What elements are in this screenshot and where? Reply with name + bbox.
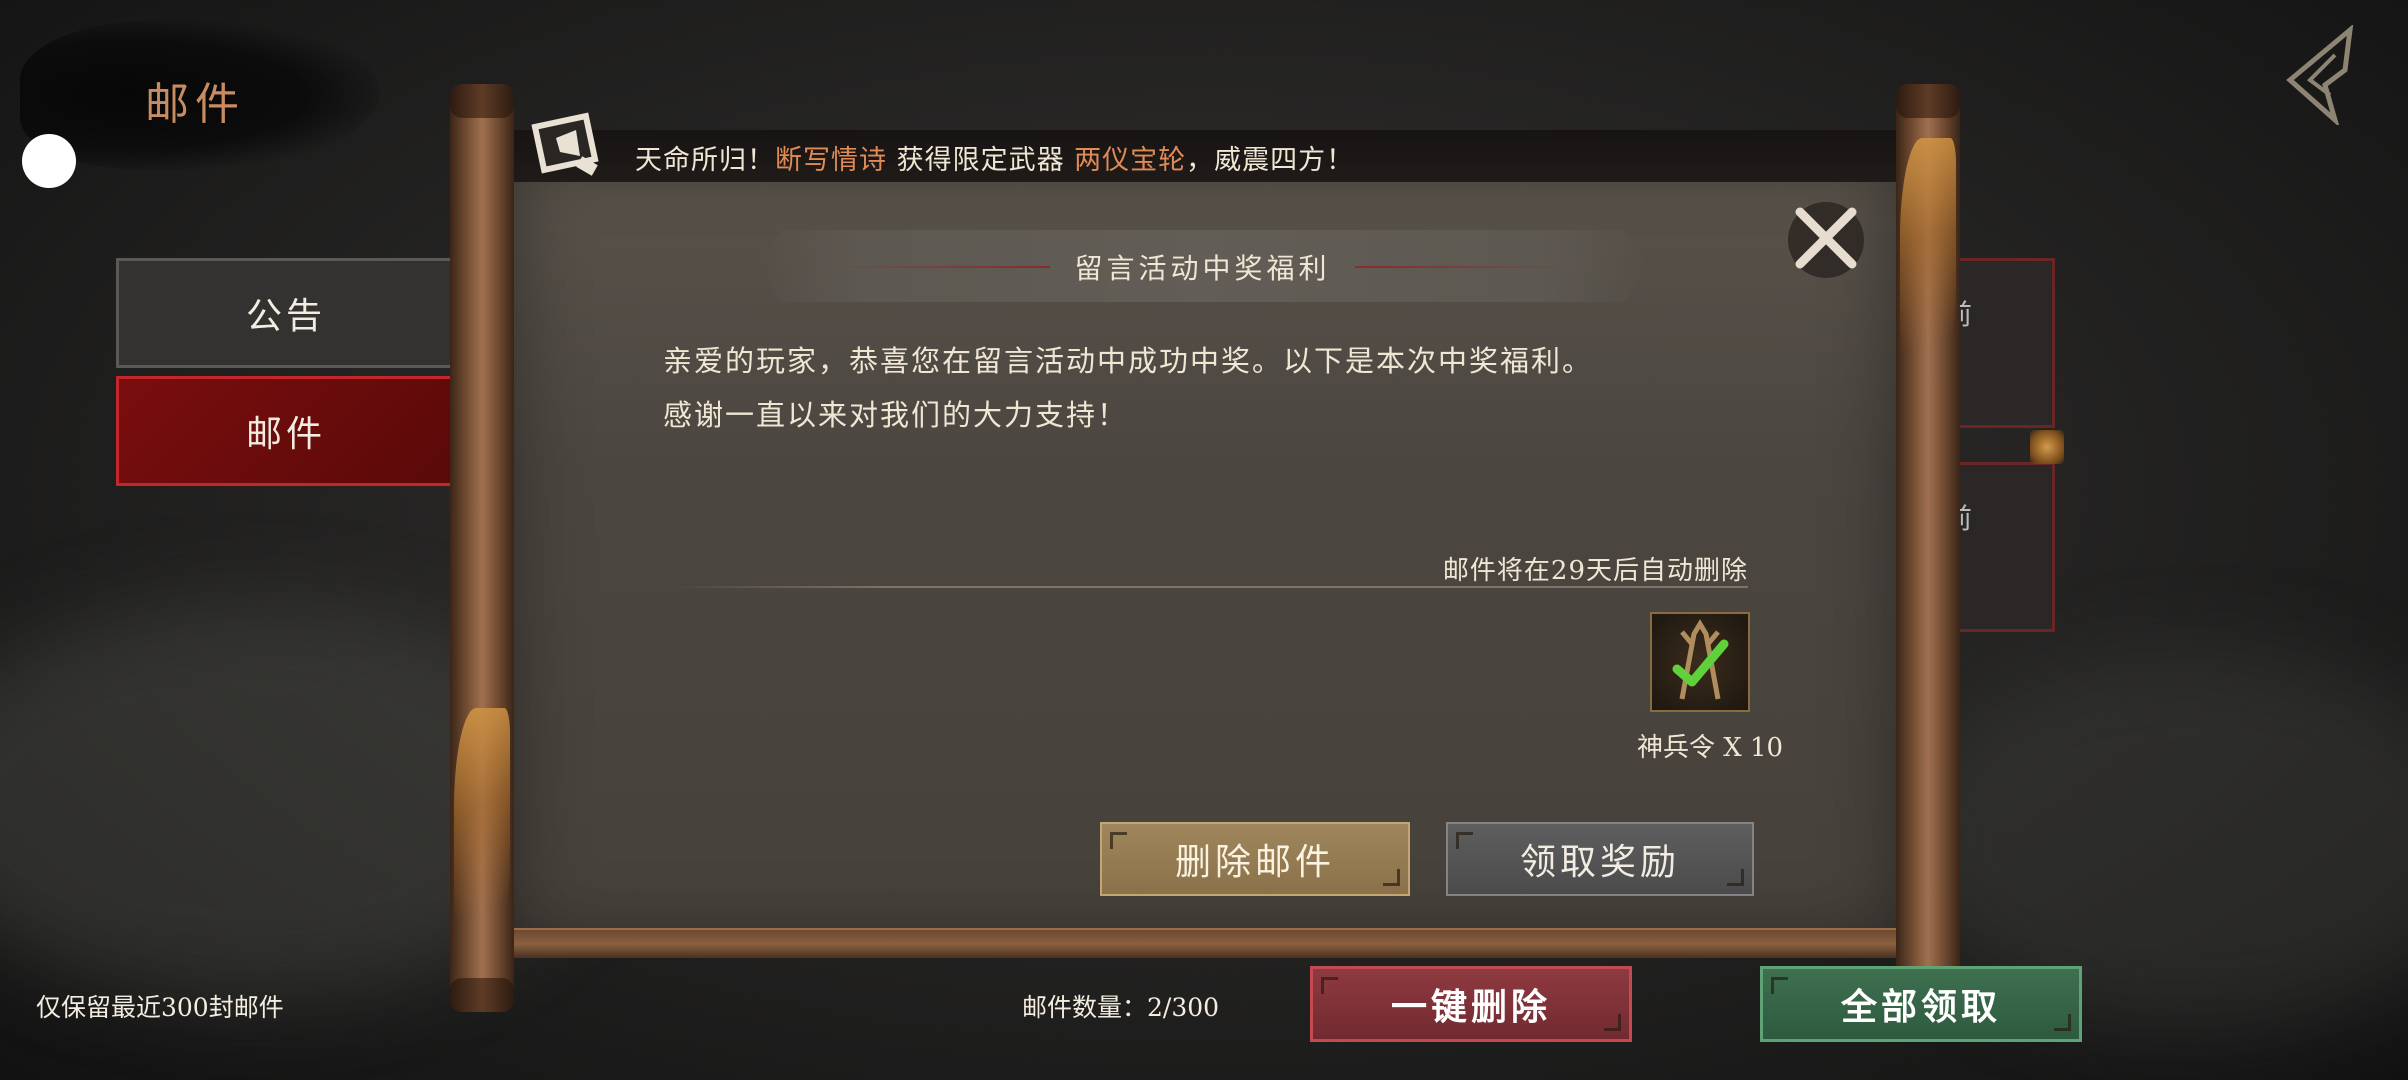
- rod-cap: [450, 84, 514, 118]
- mail-body-line: 亲爱的玩家，恭喜您在留言活动中成功中奖。以下是本次中奖福利。: [663, 344, 1594, 378]
- expiry-notice: 邮件将在29天后自动删除: [1442, 556, 1748, 586]
- scroll-rod-right: [1896, 84, 1960, 1012]
- tab-notice[interactable]: 公告: [116, 258, 456, 368]
- claim-reward-button[interactable]: 领取奖励: [1446, 822, 1754, 896]
- mail-count: 邮件数量：2/300: [1022, 993, 1220, 1022]
- announcement-middle: 获得限定武器: [887, 145, 1075, 176]
- megaphone-icon: [531, 112, 599, 176]
- rod-cap: [450, 978, 514, 1012]
- reward-quantity-label: 神兵令 X 10: [1636, 733, 1784, 763]
- close-icon[interactable]: [1778, 190, 1874, 286]
- tab-mail[interactable]: 邮件: [116, 376, 456, 486]
- floating-assist-dot[interactable]: [22, 134, 76, 188]
- announcement-text: 天命所归！断写情诗 获得限定武器 两仪宝轮，威震四方！: [635, 138, 1354, 177]
- delete-mail-button[interactable]: 删除邮件: [1100, 822, 1410, 896]
- claim-all-button[interactable]: 全部领取: [1760, 966, 2082, 1042]
- rod-cap: [1896, 84, 1960, 118]
- scroll-bottom-edge: [506, 928, 1904, 958]
- rod-gold-ornament: [454, 708, 510, 958]
- reward-item-slot[interactable]: [1650, 612, 1750, 712]
- announcement-weapon: 两仪宝轮: [1074, 145, 1187, 176]
- weapon-token-icon: [1672, 619, 1729, 700]
- divider: [670, 586, 1748, 588]
- announcement-player: 断写情诗: [775, 145, 887, 176]
- mail-title: 留言活动中奖福利: [1074, 252, 1331, 285]
- page-title: 邮件: [145, 79, 245, 130]
- mail-retention-note: 仅保留最近300封邮件: [36, 993, 284, 1022]
- scroll-rod-left: [450, 84, 514, 1012]
- announcement-prefix: 天命所归！: [635, 145, 775, 176]
- announcement-suffix: ，威震四方！: [1186, 145, 1355, 176]
- back-logo-icon[interactable]: [2280, 25, 2360, 125]
- delete-all-button[interactable]: 一键删除: [1310, 966, 1632, 1042]
- rod-gold-ornament: [1900, 138, 1956, 388]
- scroll-ornament: [2030, 430, 2064, 464]
- mail-body-line: 感谢一直以来对我们的大力支持！: [663, 398, 1129, 432]
